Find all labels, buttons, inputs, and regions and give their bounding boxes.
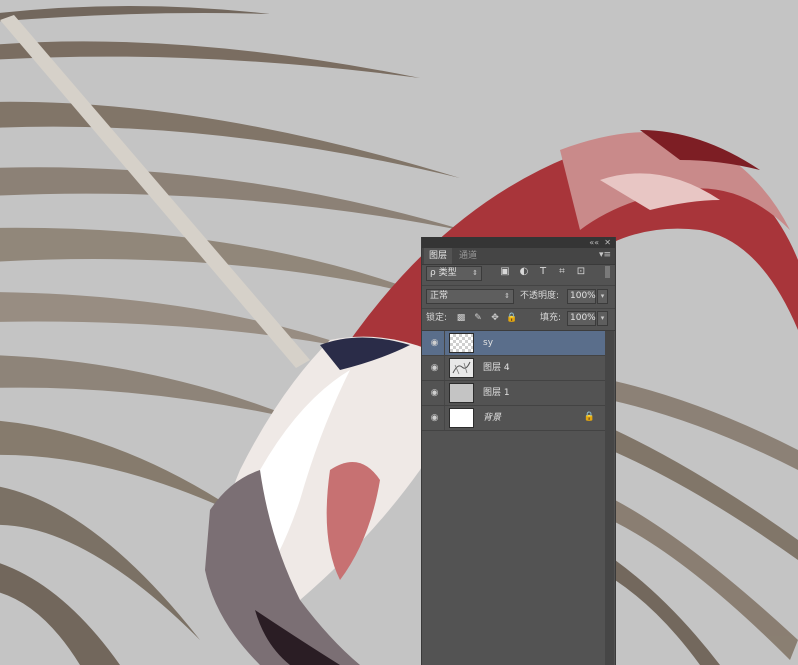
sketch-thumbnail-icon <box>452 361 471 375</box>
panel-menu-icon[interactable]: ▾≡ <box>599 250 611 260</box>
select-arrow-icon: ⇕ <box>472 269 478 277</box>
visibility-eye-icon[interactable]: ◉ <box>428 412 441 424</box>
lock-all-icon[interactable]: 🔒 <box>506 311 518 325</box>
lock-image-pixels-icon[interactable]: ✎ <box>472 311 484 325</box>
layer-name[interactable]: 图层 4 <box>483 356 510 380</box>
layer-list-scrollbar[interactable] <box>605 331 614 665</box>
smart-object-filter-icon[interactable]: ⊡ <box>575 266 587 278</box>
divider <box>444 406 445 430</box>
filter-kind-label: ρ 类型 <box>430 268 457 278</box>
layer-row-1[interactable]: ◉ 图层 1 <box>422 381 605 406</box>
layer-thumbnail <box>449 383 474 403</box>
close-panel-icon[interactable]: ✕ <box>604 237 611 248</box>
layer-row-sy[interactable]: ◉ sy <box>422 331 605 356</box>
image-filter-icon[interactable]: ▣ <box>499 266 511 278</box>
panel-tabs: 图层 通道 ▾≡ <box>422 248 615 265</box>
divider <box>444 331 445 355</box>
layer-row-background[interactable]: ◉ 背景 🔒 <box>422 406 605 431</box>
visibility-eye-icon[interactable]: ◉ <box>428 337 441 349</box>
collapse-panel-icon[interactable]: «« <box>589 237 599 248</box>
visibility-eye-icon[interactable]: ◉ <box>428 387 441 399</box>
layer-list: ◉ sy ◉ 图层 4 ◉ 图层 1 ◉ 背景 🔒 <box>422 331 617 665</box>
lock-label: 锁定: <box>426 313 448 323</box>
layer-name[interactable]: sy <box>483 331 493 355</box>
divider <box>422 308 615 309</box>
layer-row-4[interactable]: ◉ 图层 4 <box>422 356 605 381</box>
divider <box>444 381 445 405</box>
tab-layers[interactable]: 图层 <box>424 248 453 264</box>
layer-thumbnail <box>449 333 474 353</box>
select-arrow-icon: ⇕ <box>504 292 510 300</box>
lock-row: 锁定: ▩ ✎ ✥ 🔒 填充: 100% ▾ <box>422 311 615 327</box>
tab-channels[interactable]: 通道 <box>454 248 482 264</box>
blend-row: 正常 ⇕ 不透明度: 100% ▾ <box>422 289 615 305</box>
blend-mode-select[interactable]: 正常 ⇕ <box>426 289 514 304</box>
layer-lock-icon: 🔒 <box>583 412 595 422</box>
layers-panel: «« ✕ 图层 通道 ▾≡ ρ 类型 ⇕ ▣ ◐ T ⌗ ⊡ 正常 ⇕ 不透明度… <box>421 237 616 665</box>
fill-value: 100% <box>570 313 596 323</box>
shape-filter-icon[interactable]: ⌗ <box>556 266 568 278</box>
layer-thumbnail <box>449 408 474 428</box>
opacity-value: 100% <box>570 291 596 301</box>
layer-name[interactable]: 背景 <box>483 406 501 430</box>
opacity-label: 不透明度: <box>520 291 560 301</box>
panel-title-bar[interactable]: «« ✕ <box>422 237 615 248</box>
layer-thumbnail <box>449 358 474 378</box>
lock-position-icon[interactable]: ✥ <box>489 311 501 325</box>
filter-kind-select[interactable]: ρ 类型 ⇕ <box>426 266 482 281</box>
visibility-eye-icon[interactable]: ◉ <box>428 362 441 374</box>
divider <box>444 356 445 380</box>
blend-mode-value: 正常 <box>430 291 449 301</box>
fill-dropdown-button[interactable]: ▾ <box>597 311 608 326</box>
filter-toggle-switch[interactable] <box>605 266 610 278</box>
fill-input[interactable]: 100% <box>567 311 596 326</box>
fill-label: 填充: <box>540 313 562 323</box>
lock-transparent-pixels-icon[interactable]: ▩ <box>455 311 467 325</box>
type-filter-icon[interactable]: T <box>537 266 549 278</box>
divider <box>422 285 615 286</box>
opacity-dropdown-button[interactable]: ▾ <box>597 289 608 304</box>
layer-filter-row: ρ 类型 ⇕ ▣ ◐ T ⌗ ⊡ <box>422 266 615 283</box>
layer-name[interactable]: 图层 1 <box>483 381 510 405</box>
opacity-input[interactable]: 100% <box>567 289 596 304</box>
artwork-canvas <box>0 0 798 665</box>
adjustment-filter-icon[interactable]: ◐ <box>518 266 530 278</box>
